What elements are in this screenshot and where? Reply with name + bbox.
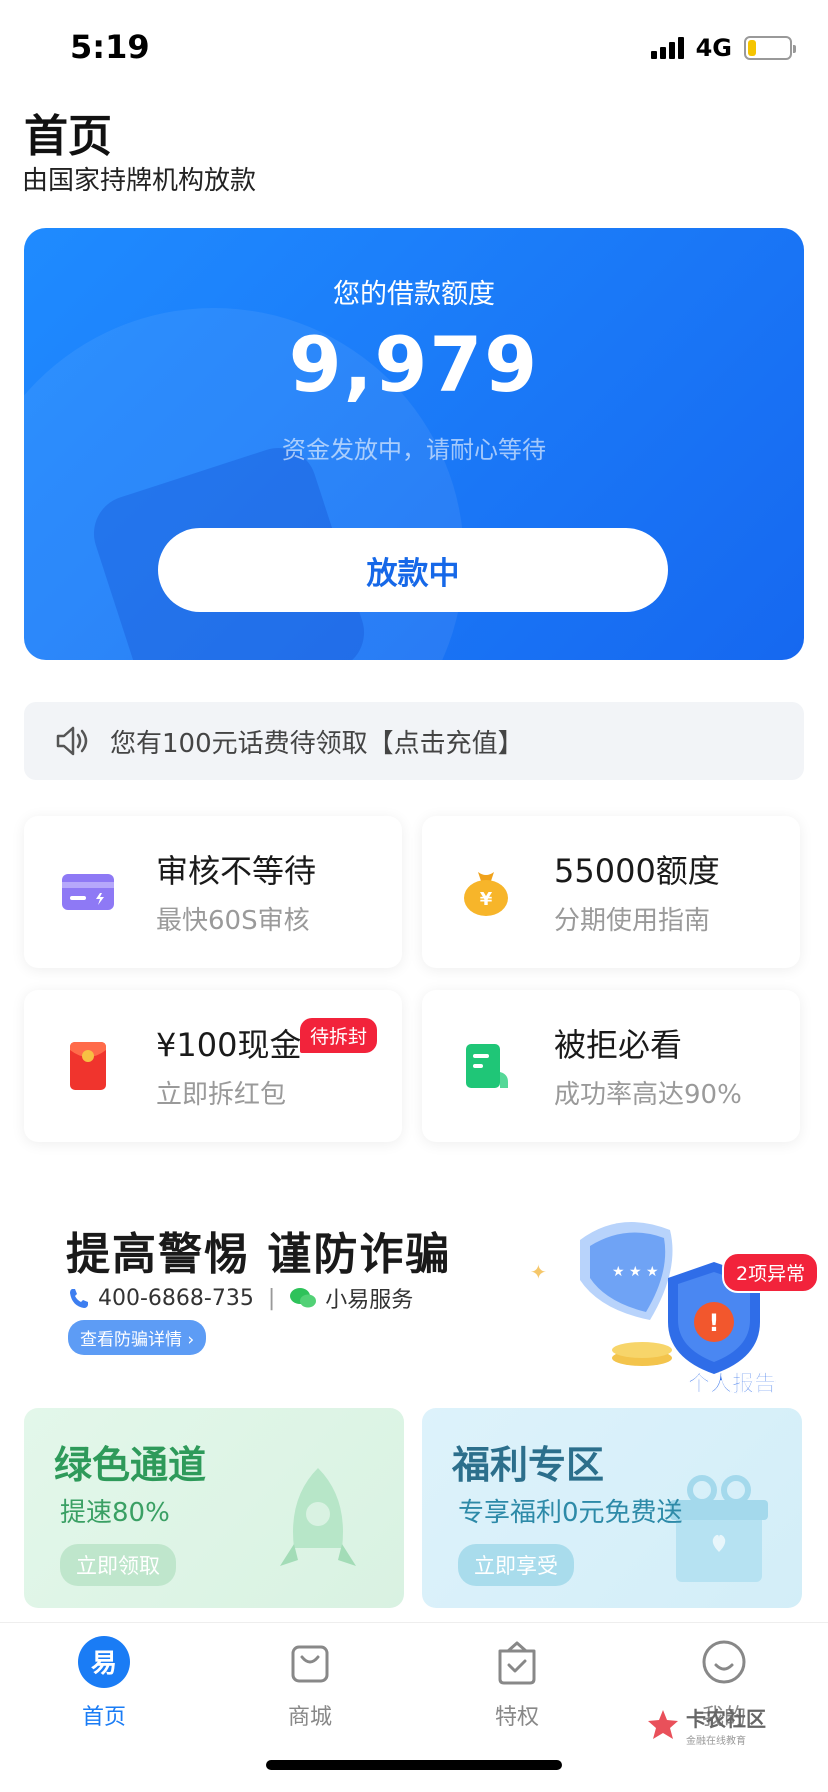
- disbursing-button[interactable]: 放款中: [158, 528, 668, 612]
- svg-text:!: !: [709, 1309, 720, 1337]
- alert-badge: 2项异常: [722, 1252, 820, 1293]
- promo-subtitle: 专享福利0元免费送: [458, 1498, 683, 1528]
- personal-report-label[interactable]: 个人报告: [688, 1366, 777, 1398]
- tab-home[interactable]: 易 首页: [44, 1635, 164, 1745]
- hotline-number[interactable]: 400-6868-735: [98, 1286, 254, 1311]
- battery-icon: [744, 36, 796, 60]
- card-fast-review[interactable]: 审核不等待 最快60S审核: [24, 816, 402, 968]
- watermark-logo-icon: [648, 1710, 678, 1739]
- tab-label: 首页: [81, 1705, 126, 1730]
- promo-subtitle: 提速80%: [60, 1498, 170, 1528]
- card-title: ¥100现金: [156, 1026, 302, 1064]
- svg-text:易: 易: [91, 1649, 117, 1679]
- phone-icon: [70, 1289, 88, 1308]
- disbursement-note: 资金发放中，请耐心等待: [282, 436, 546, 464]
- enjoy-now-button[interactable]: 立即享受: [458, 1544, 574, 1586]
- red-envelope-icon: [70, 1042, 106, 1090]
- status-time: 5:19: [70, 28, 150, 66]
- card-subtitle: 成功率高达90%: [554, 1080, 742, 1110]
- card-title: 55000额度: [554, 852, 720, 890]
- tab-label: 特权: [494, 1705, 539, 1730]
- credit-card-icon: [62, 874, 114, 910]
- card-subtitle: 最快60S审核: [156, 906, 310, 936]
- card-title: 审核不等待: [156, 852, 317, 890]
- card-cash-red-envelope[interactable]: ¥100现金 待拆封 立即拆红包: [24, 990, 402, 1142]
- network-type: 4G: [695, 34, 732, 62]
- credit-limit-label: 您的借款额度: [333, 279, 495, 310]
- card-subtitle: 分期使用指南: [554, 906, 711, 936]
- security-shield-icon: ★ ★ ★ !: [580, 1222, 760, 1374]
- notice-bar[interactable]: 您有100元话费待领取【点击充值】: [24, 702, 804, 780]
- notice-text: 您有100元话费待领取【点击充值】: [110, 728, 524, 759]
- svg-text:★ ★ ★: ★ ★ ★: [612, 1264, 659, 1280]
- page-subtitle: 由国家持牌机构放款: [22, 166, 257, 196]
- promo-title: 福利专区: [452, 1443, 605, 1487]
- promo-title: 绿色通道: [54, 1443, 207, 1487]
- watermark-text: 卡农社区: [686, 1707, 766, 1731]
- credit-limit-card[interactable]: 您的借款额度 9,979 资金发放中，请耐心等待 放款中: [24, 228, 804, 660]
- shopping-bag-icon: [291, 1645, 329, 1683]
- speaker-icon: [56, 726, 88, 756]
- tab-mall[interactable]: 商城: [250, 1635, 370, 1745]
- card-limit-guide[interactable]: ¥ 55000额度 分期使用指南: [422, 816, 800, 968]
- watermark-subtext: 金融在线教育: [686, 1736, 746, 1747]
- home-logo-icon: 易: [78, 1636, 130, 1688]
- card-rejected-guide[interactable]: 被拒必看 成功率高达90%: [422, 990, 800, 1142]
- tab-privileges[interactable]: 特权: [457, 1635, 577, 1745]
- page-title: 首页: [24, 111, 112, 162]
- watermark: 卡农社区 金融在线教育: [646, 1703, 766, 1747]
- privilege-box-icon: [498, 1641, 536, 1685]
- anti-fraud-details-link[interactable]: 查看防骗详情 ›: [68, 1320, 207, 1355]
- smiley-face-icon: [702, 1640, 746, 1684]
- card-title: 被拒必看: [554, 1026, 683, 1064]
- unopened-tag: 待拆封: [300, 1018, 378, 1053]
- signal-icon: [650, 37, 684, 59]
- wechat-service[interactable]: 小易服务: [325, 1282, 413, 1314]
- separator: |: [267, 1285, 276, 1311]
- wechat-icon: [290, 1288, 317, 1308]
- welfare-zone-card[interactable]: 福利专区 专享福利0元免费送 立即享受: [422, 1408, 802, 1608]
- anti-fraud-title: 提高警惕 谨防诈骗: [66, 1229, 452, 1280]
- rocket-icon: [280, 1468, 356, 1566]
- claim-now-button[interactable]: 立即领取: [60, 1544, 176, 1586]
- status-indicators: 4G: [650, 34, 796, 62]
- anti-fraud-banner[interactable]: 提高警惕 谨防诈骗 400-6868-735 | 小易服务 查看防骗详情 › ✦…: [0, 1200, 828, 1397]
- money-bag-icon: ¥: [464, 872, 508, 916]
- card-subtitle: 立即拆红包: [156, 1080, 287, 1110]
- svg-text:¥: ¥: [480, 889, 493, 910]
- status-bar: 5:19 4G: [0, 0, 828, 100]
- document-icon: [466, 1044, 508, 1088]
- tab-label: 商城: [287, 1705, 332, 1730]
- credit-limit-amount: 9,979: [288, 320, 540, 409]
- home-indicator[interactable]: [266, 1760, 562, 1770]
- green-channel-card[interactable]: 绿色通道 提速80% 立即领取: [24, 1408, 404, 1608]
- contact-line: 400-6868-735 | 小易服务: [66, 1282, 413, 1314]
